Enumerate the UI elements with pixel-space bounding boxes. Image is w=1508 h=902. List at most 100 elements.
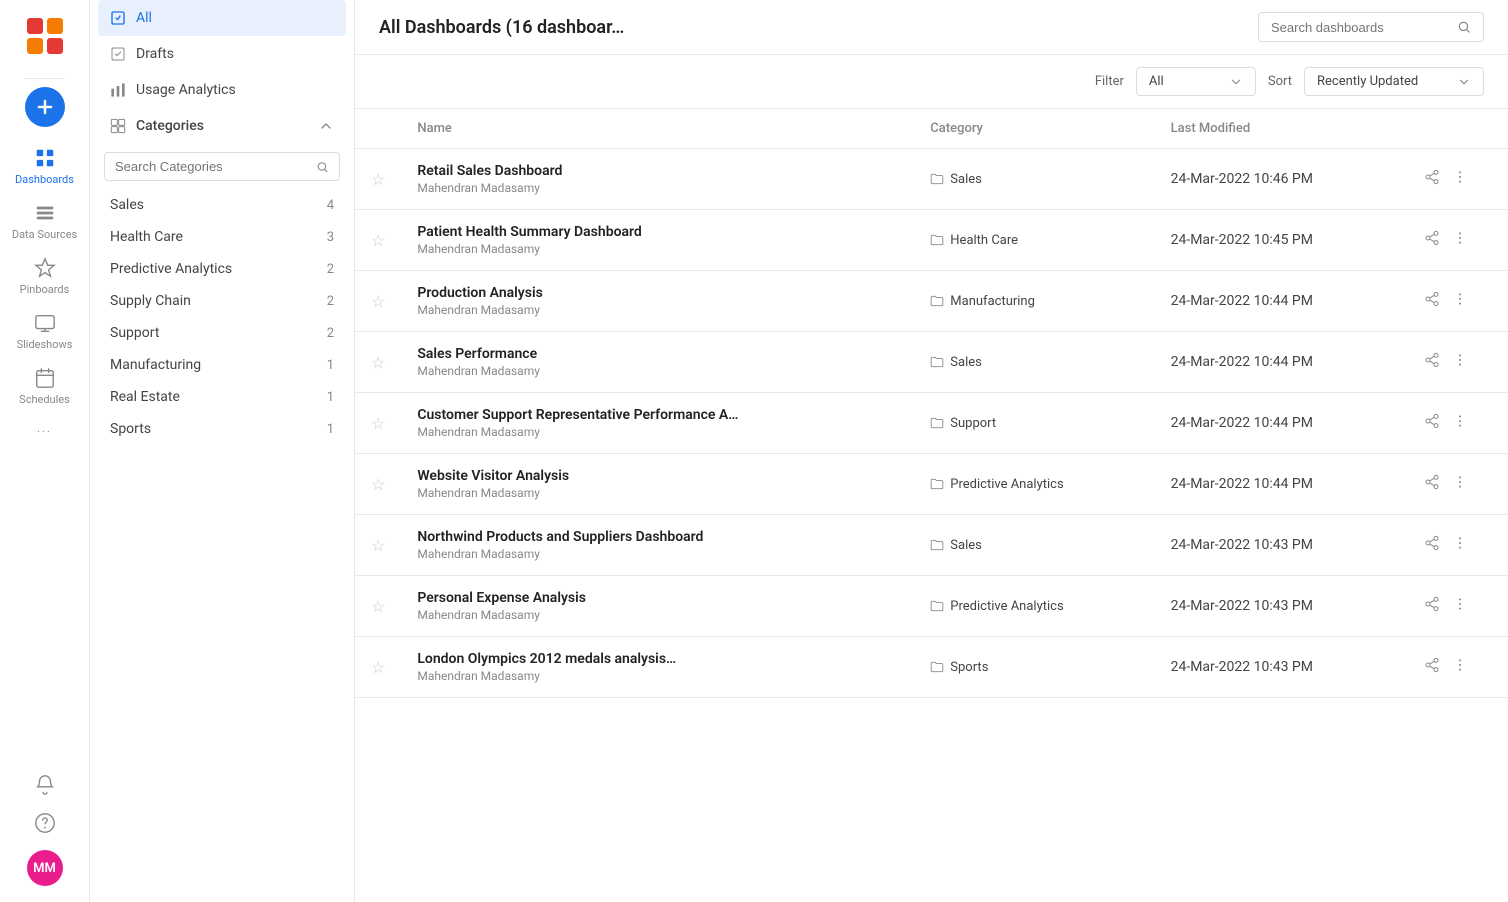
avatar-initials: MM <box>33 861 56 876</box>
more-options-icon[interactable] <box>1452 657 1468 677</box>
nav-pinboards[interactable]: Pinboards <box>0 249 89 304</box>
share-icon[interactable] <box>1424 657 1440 677</box>
nav-more[interactable]: ... <box>0 414 89 443</box>
star-icon[interactable]: ☆ <box>371 414 385 433</box>
star-icon[interactable]: ☆ <box>371 536 385 555</box>
more-options-icon[interactable] <box>1452 596 1468 616</box>
star-icon[interactable]: ☆ <box>371 170 385 189</box>
more-options-icon[interactable] <box>1452 413 1468 433</box>
star-icon[interactable]: ☆ <box>371 658 385 677</box>
more-options-icon[interactable] <box>1452 352 1468 372</box>
dashboard-name[interactable]: London Olympics 2012 medals analysis… <box>417 651 898 667</box>
star-icon[interactable]: ☆ <box>371 292 385 311</box>
filter-value: All <box>1149 74 1164 89</box>
share-icon[interactable] <box>1424 596 1440 616</box>
category-count: 2 <box>327 326 334 341</box>
category-count: 4 <box>327 198 334 213</box>
sidebar-category-item[interactable]: Real Estate 1 <box>90 381 354 413</box>
star-icon[interactable]: ☆ <box>371 353 385 372</box>
nav-schedules[interactable]: Schedules <box>0 359 89 414</box>
sidebar-category-item[interactable]: Health Care 3 <box>90 221 354 253</box>
share-icon[interactable] <box>1424 413 1440 433</box>
sidebar-category-item[interactable]: Manufacturing 1 <box>90 349 354 381</box>
sidebar-category-item[interactable]: Supply Chain 2 <box>90 285 354 317</box>
nav-pinboards-label: Pinboards <box>20 283 70 296</box>
sidebar-item-usage-analytics[interactable]: Usage Analytics <box>90 72 354 108</box>
sort-label: Sort <box>1268 74 1292 89</box>
sidebar-all-label: All <box>136 10 152 26</box>
share-icon[interactable] <box>1424 291 1440 311</box>
actions-cell <box>1408 454 1508 515</box>
more-options-icon[interactable] <box>1452 169 1468 189</box>
dashboard-name[interactable]: Production Analysis <box>417 285 898 301</box>
star-cell: ☆ <box>355 393 401 454</box>
bottom-nav: MM <box>27 774 63 886</box>
category-value: Predictive Analytics <box>950 477 1063 492</box>
search-dashboards-input[interactable] <box>1271 20 1449 35</box>
dashboard-name[interactable]: Sales Performance <box>417 346 898 362</box>
categories-list: Sales 4 Health Care 3 Predictive Analyti… <box>90 189 354 445</box>
dashboard-name[interactable]: Northwind Products and Suppliers Dashboa… <box>417 529 898 545</box>
nav-data-sources[interactable]: Data Sources <box>0 194 89 249</box>
help-icon[interactable] <box>34 812 56 838</box>
dashboard-name[interactable]: Website Visitor Analysis <box>417 468 898 484</box>
dashboard-name[interactable]: Patient Health Summary Dashboard <box>417 224 898 240</box>
sidebar-categories-section[interactable]: Categories <box>90 108 354 144</box>
sort-select[interactable]: Recently Updated <box>1304 67 1484 96</box>
name-cell: Northwind Products and Suppliers Dashboa… <box>401 515 914 576</box>
search-categories-box <box>104 152 340 181</box>
folder-icon <box>930 416 944 430</box>
sidebar-item-all[interactable]: All <box>98 0 346 36</box>
dashboard-owner: Mahendran Madasamy <box>417 486 898 500</box>
star-icon[interactable]: ☆ <box>371 231 385 250</box>
dashboard-name[interactable]: Retail Sales Dashboard <box>417 163 898 179</box>
more-options-icon[interactable] <box>1452 535 1468 555</box>
share-icon[interactable] <box>1424 474 1440 494</box>
sidebar-category-item[interactable]: Predictive Analytics 2 <box>90 253 354 285</box>
category-count: 1 <box>327 422 334 437</box>
sidebar-category-item[interactable]: Sports 1 <box>90 413 354 445</box>
sidebar-category-item[interactable]: Support 2 <box>90 317 354 349</box>
share-icon[interactable] <box>1424 169 1440 189</box>
table-row: ☆ Patient Health Summary Dashboard Mahen… <box>355 210 1508 271</box>
nav-slideshows-label: Slideshows <box>17 338 73 351</box>
filter-select[interactable]: All <box>1136 67 1256 96</box>
dashboard-name[interactable]: Personal Expense Analysis <box>417 590 898 606</box>
more-options-icon[interactable] <box>1452 230 1468 250</box>
name-cell: Customer Support Representative Performa… <box>401 393 914 454</box>
category-value: Sales <box>950 538 982 553</box>
last-modified-cell: 24-Mar-2022 10:44 PM <box>1155 393 1408 454</box>
category-name: Support <box>110 325 159 341</box>
category-count: 2 <box>327 262 334 277</box>
name-cell: Retail Sales Dashboard Mahendran Madasam… <box>401 149 914 210</box>
star-cell: ☆ <box>355 515 401 576</box>
sidebar-category-item[interactable]: Sales 4 <box>90 189 354 221</box>
add-button[interactable] <box>25 87 65 127</box>
avatar[interactable]: MM <box>27 850 63 886</box>
nav-dashboards[interactable]: Dashboards <box>0 139 89 194</box>
share-icon[interactable] <box>1424 230 1440 250</box>
notifications-icon[interactable] <box>34 774 56 800</box>
table-row: ☆ Sales Performance Mahendran Madasamy S… <box>355 332 1508 393</box>
search-categories-input[interactable] <box>115 159 310 174</box>
more-options-icon[interactable] <box>1452 474 1468 494</box>
sidebar-item-drafts[interactable]: Drafts <box>90 36 354 72</box>
category-cell: Sales <box>914 332 1154 393</box>
share-icon[interactable] <box>1424 352 1440 372</box>
star-icon[interactable]: ☆ <box>371 597 385 616</box>
star-icon[interactable]: ☆ <box>371 475 385 494</box>
category-value: Sports <box>950 660 988 675</box>
more-options-icon[interactable] <box>1452 291 1468 311</box>
dashboard-owner: Mahendran Madasamy <box>417 608 898 622</box>
last-modified-col-header: Last Modified <box>1155 109 1408 149</box>
nav-slideshows[interactable]: Slideshows <box>0 304 89 359</box>
share-icon[interactable] <box>1424 535 1440 555</box>
category-name: Supply Chain <box>110 293 191 309</box>
categories-chevron-icon <box>318 118 334 134</box>
table-row: ☆ Customer Support Representative Perfor… <box>355 393 1508 454</box>
app-logo <box>25 16 65 60</box>
dashboard-name[interactable]: Customer Support Representative Performa… <box>417 407 898 423</box>
folder-icon <box>930 538 944 552</box>
sidebar: All Drafts Usage Analytics Categories <box>90 0 355 902</box>
dashboards-table-container: Name Category Last Modified ☆ Retail Sal… <box>355 109 1508 902</box>
